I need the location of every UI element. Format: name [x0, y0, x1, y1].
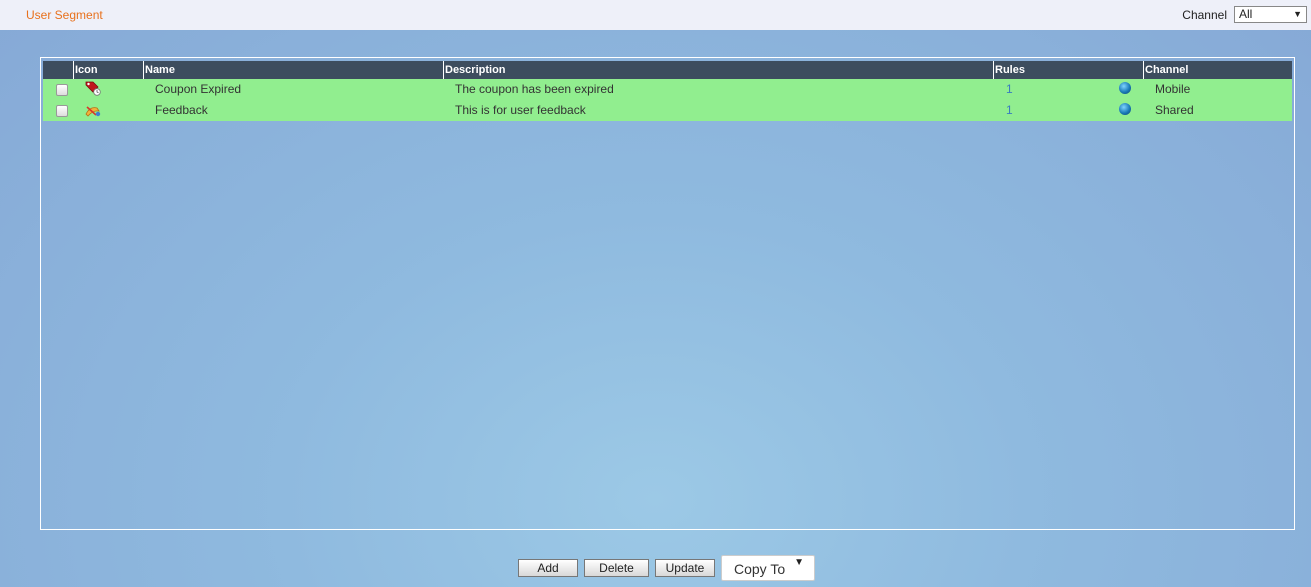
row-name: Coupon Expired [155, 82, 242, 96]
column-header-description[interactable]: Description [443, 61, 993, 79]
globe-icon [1119, 82, 1131, 94]
column-header-rules[interactable]: Rules [993, 61, 1143, 79]
caret-down-icon: ▼ [794, 557, 804, 568]
row-channel: Mobile [1155, 82, 1191, 96]
row-checkbox[interactable] [56, 105, 68, 117]
top-bar: User Segment Channel All ▼ [0, 0, 1311, 30]
column-header-channel[interactable]: Channel [1143, 61, 1292, 79]
row-description: This is for user feedback [455, 103, 586, 117]
coupon-tag-icon [84, 80, 102, 101]
column-header-icon[interactable]: Icon [73, 61, 143, 79]
table-row[interactable]: Coupon Expired The coupon has been expir… [43, 79, 1292, 100]
channel-filter-label: Channel [1182, 7, 1227, 22]
page-title: User Segment [26, 8, 103, 22]
copy-to-button[interactable]: Copy To ▼ [721, 555, 815, 581]
copy-to-label: Copy To [734, 561, 786, 577]
feedback-pencil-icon [84, 102, 102, 123]
channel-select-value: All [1239, 7, 1253, 21]
dropdown-arrow-icon: ▼ [1293, 9, 1302, 19]
update-button[interactable]: Update [655, 559, 715, 577]
row-description: The coupon has been expired [455, 82, 614, 96]
column-header-name[interactable]: Name [143, 61, 443, 79]
row-rules-link[interactable]: 1 [1006, 79, 1013, 100]
channel-select[interactable]: All ▼ [1234, 6, 1307, 23]
table-row[interactable]: Feedback This is for user feedback 1 Sha… [43, 100, 1292, 121]
segment-grid: Icon Name Description Rules Channel Coup… [43, 61, 1292, 121]
globe-icon [1119, 103, 1131, 115]
channel-filter: Channel All ▼ [1182, 6, 1307, 23]
row-name: Feedback [155, 103, 208, 117]
add-button[interactable]: Add [518, 559, 578, 577]
row-checkbox[interactable] [56, 84, 68, 96]
row-channel: Shared [1155, 103, 1194, 117]
delete-button[interactable]: Delete [584, 559, 649, 577]
grid-header: Icon Name Description Rules Channel [43, 61, 1292, 79]
action-bar: Add Delete Update Copy To ▼ [518, 555, 815, 581]
grid-panel: Icon Name Description Rules Channel Coup… [40, 57, 1295, 530]
column-header-select[interactable] [43, 61, 73, 79]
row-rules-link[interactable]: 1 [1006, 100, 1013, 121]
